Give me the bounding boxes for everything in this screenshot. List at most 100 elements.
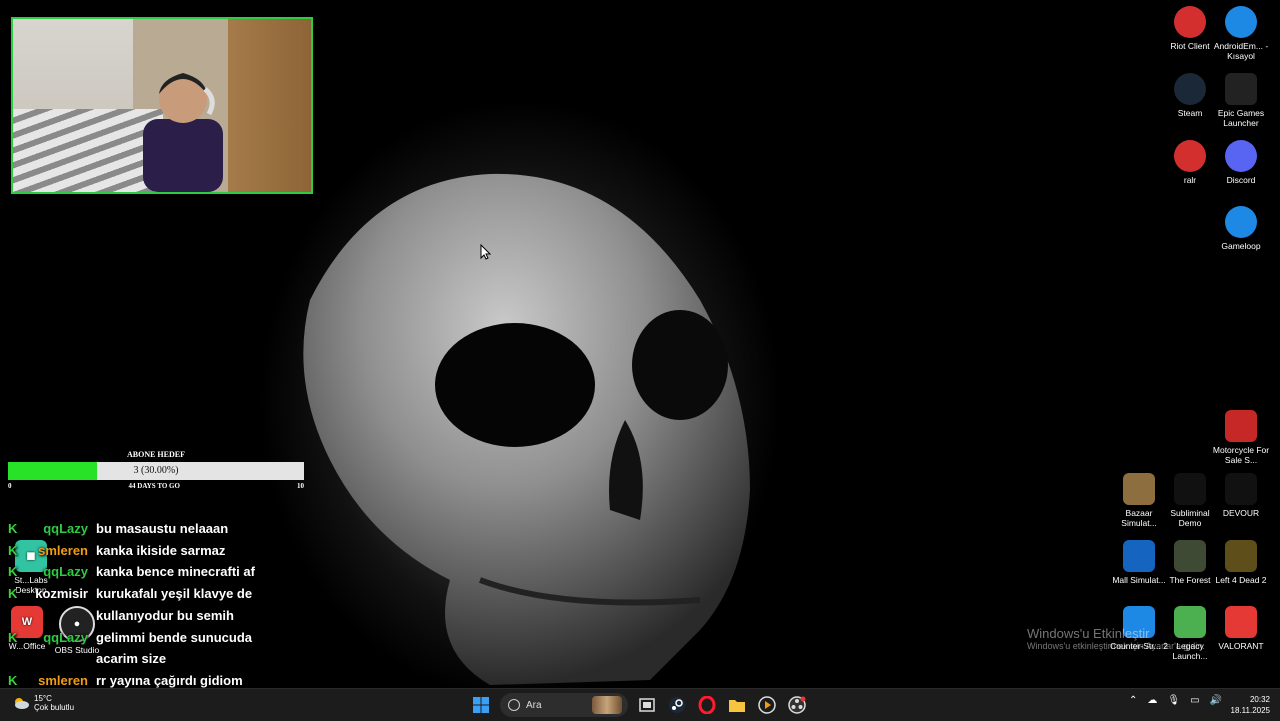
- desktop-icon-label: ralr: [1183, 175, 1197, 185]
- task-view-icon: [639, 698, 655, 712]
- desktop-icon-6[interactable]: Gameloop: [1212, 206, 1270, 251]
- chat-message: kullanıyodur bu semih: [8, 605, 308, 627]
- kick-badge-icon: K: [8, 521, 18, 536]
- task-view-button[interactable]: [634, 692, 660, 718]
- chat-username: qqLazy: [43, 564, 88, 580]
- search-icon: [508, 699, 520, 711]
- desktop-icon-1[interactable]: AndroidEm... - Kısayol: [1212, 6, 1270, 61]
- chat-text: gelimmi bende sunucuda: [96, 629, 253, 645]
- opera-icon: [698, 696, 716, 714]
- taskbar-search[interactable]: Ara: [500, 693, 628, 717]
- desktop-icon-11[interactable]: Mall Simulat...: [1110, 540, 1168, 585]
- chat-message: KqqLazy kanka bence minecrafti af: [8, 561, 308, 583]
- desktop-icon-2[interactable]: Steam: [1161, 73, 1219, 118]
- desktop-icon-label: Steam: [1177, 108, 1203, 118]
- chat-text: bu masaustu nelaaan: [96, 521, 229, 536]
- chat-message: acarim size: [8, 648, 308, 670]
- chat-message: KqqLazy gelimmi bende sunucuda: [8, 627, 308, 649]
- chat-text: acarim size: [96, 651, 167, 667]
- kick-badge-icon: [8, 648, 22, 670]
- desktop-icon-label: Gameloop: [1221, 241, 1261, 251]
- desktop-icon-13[interactable]: Left 4 Dead 2: [1212, 540, 1270, 585]
- search-placeholder: Ara: [526, 699, 542, 711]
- chat-username: [22, 648, 96, 670]
- riot-icon: [1174, 140, 1206, 172]
- goal-progress-text: 3 (30.00%): [133, 465, 179, 476]
- start-button[interactable]: [468, 692, 494, 718]
- epic-games-icon: [1225, 73, 1257, 105]
- discord-icon: [1225, 140, 1257, 172]
- desktop-icon-16[interactable]: VALORANT: [1212, 606, 1270, 651]
- activation-subtitle: Windows'u etkinleştirmek için Ayarlar'a …: [1027, 641, 1205, 651]
- chat-username: kozmisir: [35, 586, 88, 602]
- subliminal-icon: [1174, 473, 1206, 505]
- chevron-up-icon[interactable]: ⌃: [1129, 695, 1137, 706]
- weather-temp: 15°C: [34, 694, 52, 703]
- desktop-icon-label: Riot Client: [1170, 41, 1210, 51]
- desktop-icon-9[interactable]: Subliminal Demo: [1161, 473, 1219, 528]
- cloud-sync-icon[interactable]: ☁: [1147, 695, 1157, 706]
- gameloop-icon: [1225, 206, 1257, 238]
- goal-max: 10: [296, 482, 304, 490]
- kick-badge-icon: [8, 605, 22, 627]
- clock-time: 20:32: [1249, 695, 1270, 704]
- mouse-cursor: [480, 244, 492, 260]
- desktop-icon-label: Epic Games Launcher: [1217, 108, 1265, 128]
- search-highlight-thumbnail: [592, 696, 622, 714]
- steam-icon: [1174, 73, 1206, 105]
- desktop-icon-3[interactable]: Epic Games Launcher: [1212, 73, 1270, 128]
- streamer-person: [143, 73, 223, 192]
- weather-widget[interactable]: 15°C Çok bulutlu: [12, 694, 74, 712]
- cloud-icon: [15, 698, 29, 709]
- motorcycle-game-icon: [1225, 410, 1257, 442]
- taskbar-steam[interactable]: [664, 692, 690, 718]
- desktop-icon-10[interactable]: DEVOUR: [1212, 473, 1270, 518]
- desktop-icon-8[interactable]: Bazaar Simulat...: [1110, 473, 1168, 528]
- taskbar-media-player[interactable]: [754, 692, 780, 718]
- goal-min: 0: [8, 482, 12, 490]
- desktop-icon-label: AndroidEm... - Kısayol: [1213, 41, 1269, 61]
- chat-message: Kkozmisir kurukafalı yeşil klavye de: [8, 583, 308, 605]
- chat-message: KqqLazy bu masaustu nelaaan: [8, 518, 308, 540]
- taskbar-obs[interactable]: [784, 692, 810, 718]
- desktop-icon-label: VALORANT: [1218, 641, 1264, 651]
- kick-badge-icon: K: [8, 629, 18, 645]
- devour-icon: [1225, 473, 1257, 505]
- taskbar-opera[interactable]: [694, 692, 720, 718]
- kick-badge-icon: K: [8, 542, 18, 558]
- desktop-icon-0[interactable]: Riot Client: [1161, 6, 1219, 51]
- goal-title: ABONE HEDEF: [126, 450, 185, 459]
- obs-icon: [788, 696, 806, 714]
- microphone-icon[interactable]: 🎙: [1167, 695, 1180, 706]
- webcam-overlay: [11, 17, 313, 194]
- chat-text: kullanıyodur bu semih: [96, 607, 234, 623]
- skull-wallpaper-image: [303, 173, 750, 685]
- chat-text: kanka bence minecrafti af: [96, 564, 255, 580]
- chat-username: qqLazy: [43, 521, 88, 536]
- taskbar-clock[interactable]: 20:32 18.11.2025: [1231, 694, 1270, 716]
- taskbar: 15°C Çok bulutlu Ara ⌃ ☁ 🎙 ▭ 🔊 20:32 18.…: [0, 688, 1280, 721]
- l4d2-icon: [1225, 540, 1257, 572]
- desktop-icon-5[interactable]: Discord: [1212, 140, 1270, 185]
- desktop-icon-label: Left 4 Dead 2: [1215, 575, 1267, 585]
- desktop-icon-12[interactable]: The Forest: [1161, 540, 1219, 585]
- chat-text: kurukafalı yeşil klavye de: [96, 586, 253, 602]
- kick-badge-icon: K: [8, 564, 18, 580]
- valorant-icon: [1225, 606, 1257, 638]
- forest-icon: [1174, 540, 1206, 572]
- bazaar-icon: [1123, 473, 1155, 505]
- chat-message: Ksmleren kanka ikiside sarmaz: [8, 540, 308, 562]
- desktop-icon-label: Bazaar Simulat...: [1121, 508, 1157, 528]
- desktop-icon-4[interactable]: ralr: [1161, 140, 1219, 185]
- desktop-icon-7[interactable]: Motorcycle For Sale S...: [1212, 410, 1270, 465]
- media-player-icon: [758, 696, 776, 714]
- volume-icon[interactable]: 🔊: [1210, 695, 1222, 706]
- riot-icon: [1174, 6, 1206, 38]
- activation-title: Windows'u Etkinleştir: [1027, 626, 1150, 641]
- display-icon[interactable]: ▭: [1190, 695, 1199, 706]
- taskbar-file-explorer[interactable]: [724, 692, 750, 718]
- desktop-icon-label: The Forest: [1169, 575, 1211, 585]
- chat-text: kanka ikiside sarmaz: [96, 542, 226, 558]
- desktop-icon-label: DEVOUR: [1222, 508, 1260, 518]
- folder-icon: [729, 700, 745, 712]
